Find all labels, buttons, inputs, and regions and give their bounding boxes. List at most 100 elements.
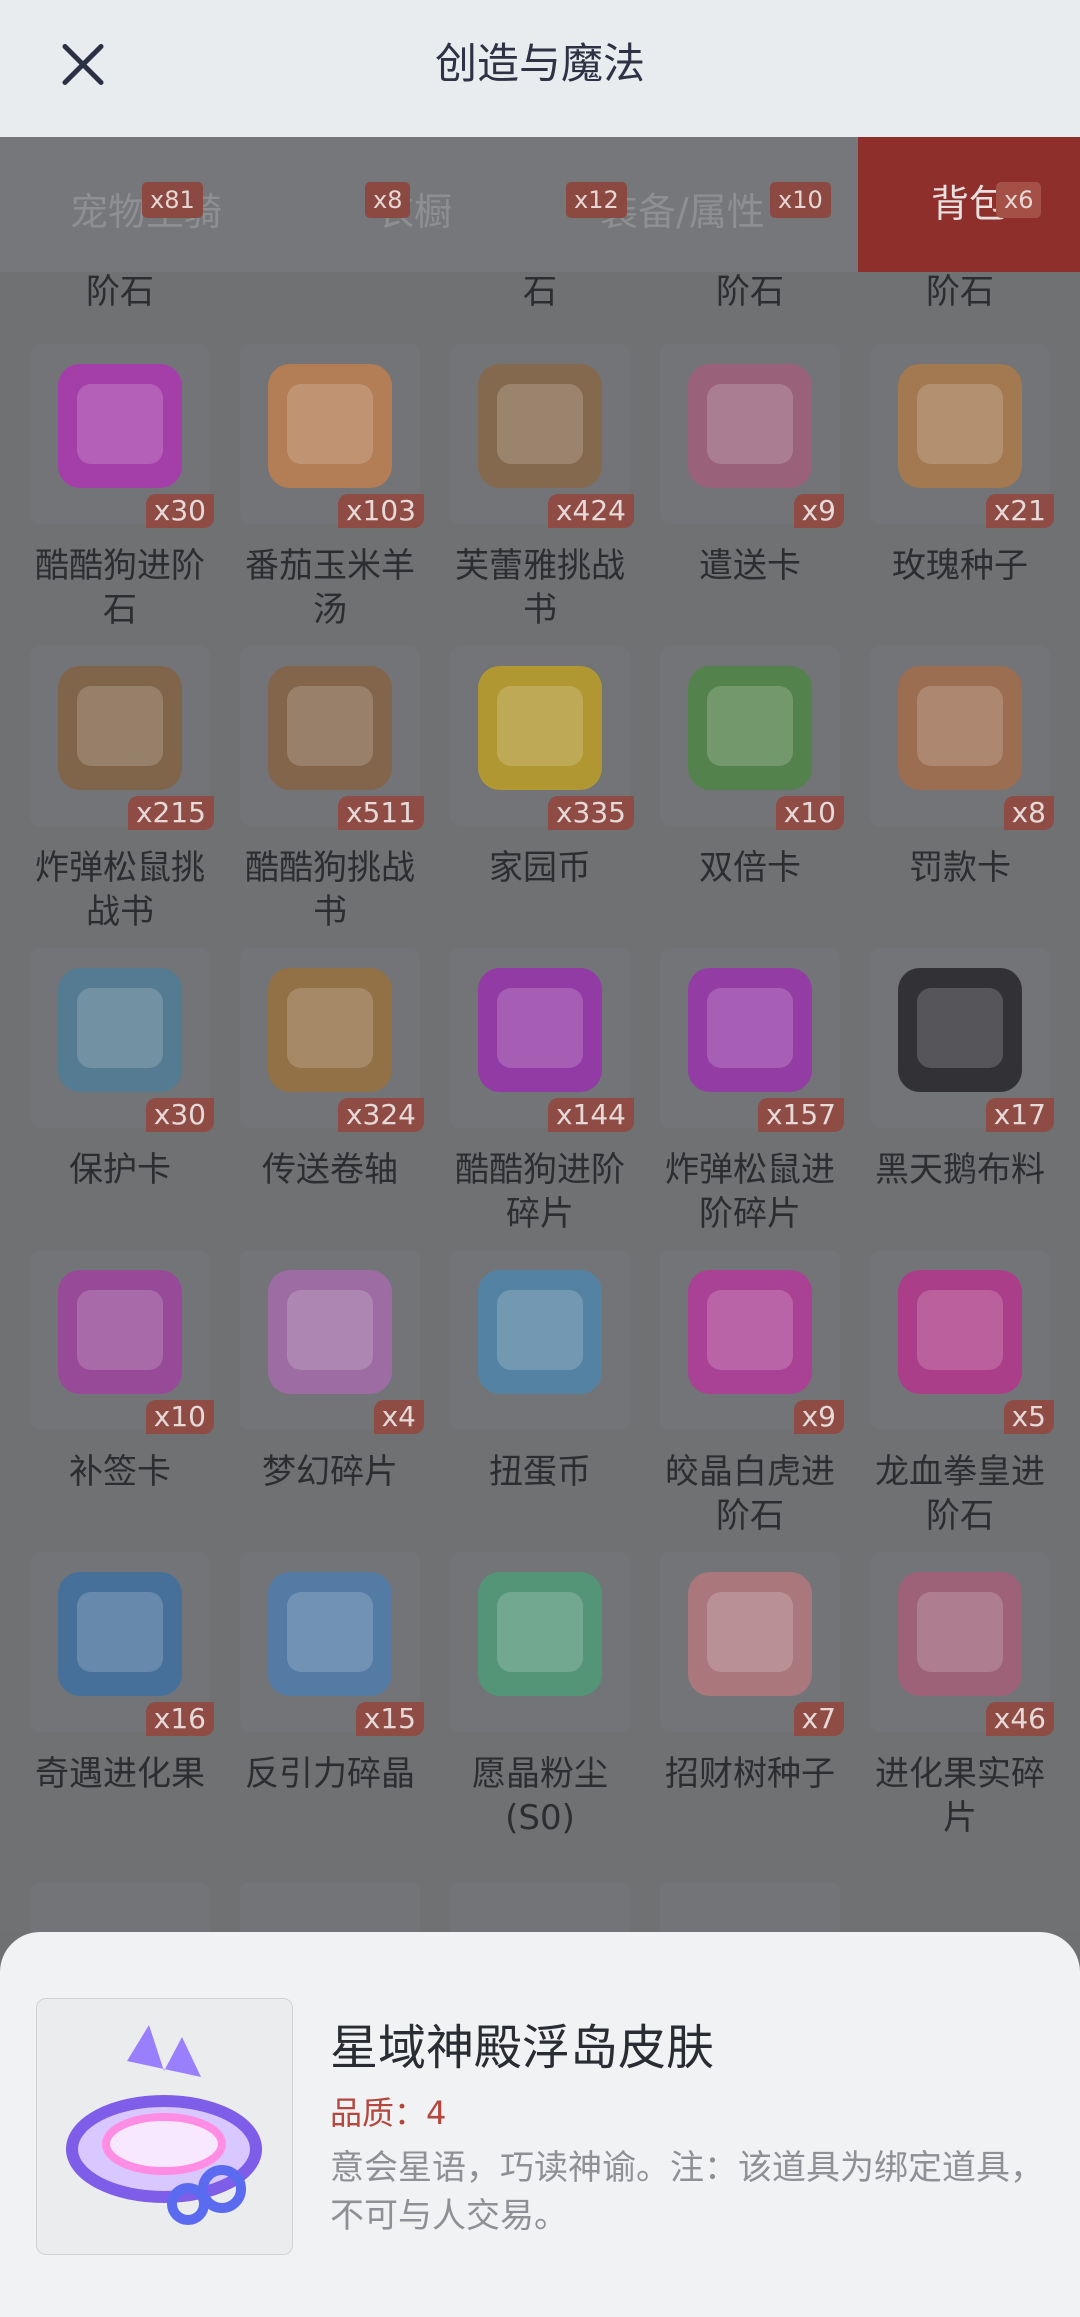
list-item[interactable]: x4 梦幻碎片 <box>240 1250 424 1494</box>
item-name: 黑天鹅布料 <box>875 1150 1045 1190</box>
teleport-scroll-icon: x324 <box>240 948 424 1132</box>
item-count-badge: x7 <box>793 1702 844 1736</box>
item-count-badge: x10 <box>145 1400 214 1434</box>
item-name: 罚款卡 <box>909 848 1011 888</box>
tab-badge: x10 <box>770 182 831 218</box>
list-item[interactable]: x9 皎晶白虎进阶石 <box>660 1250 844 1538</box>
item-detail-name: 星域神殿浮岛皮肤 <box>330 2020 715 2076</box>
list-item[interactable] <box>660 1882 840 1932</box>
blue-coin-icon <box>450 1250 630 1430</box>
item-count-badge: x30 <box>145 1098 214 1132</box>
list-item[interactable]: x9 遣送卡 <box>660 344 844 588</box>
list-item[interactable]: x511 酷酷狗挑战书 <box>240 646 424 934</box>
purple-gem-goggles-icon: x144 <box>450 948 634 1132</box>
item-name: 芙蕾雅挑战书 <box>455 546 625 630</box>
list-item[interactable]: x103 番茄玉米羊汤 <box>240 344 424 632</box>
green-card-icon: x10 <box>660 646 844 830</box>
list-item[interactable]: x5 龙血拳皇进阶石 <box>870 1250 1054 1538</box>
item-name: 遣送卡 <box>699 546 801 586</box>
wanted-scroll-icon: x424 <box>450 344 634 528</box>
item-quality: 品质：4 <box>330 2094 447 2132</box>
item-name: 家园币 <box>489 848 591 888</box>
list-item[interactable]: x30 酷酷狗进阶石 <box>30 344 214 632</box>
item-count-badge: x5 <box>1003 1400 1054 1434</box>
item-name: 阶石 <box>86 272 154 312</box>
list-item[interactable]: x17 黑天鹅布料 <box>870 948 1054 1192</box>
item-name: 梦幻碎片 <box>262 1452 398 1492</box>
list-item[interactable]: x10 双倍卡 <box>660 646 844 890</box>
list-item[interactable] <box>30 1882 210 1932</box>
item-name: 龙血拳皇进阶石 <box>875 1452 1045 1536</box>
gold-coin-icon: x335 <box>450 646 634 830</box>
item-name: 传送卷轴 <box>262 1150 398 1190</box>
orange-card-icon: x8 <box>870 646 1054 830</box>
list-item[interactable]: 愿晶粉尘(S0) <box>450 1552 630 1840</box>
blue-fruit-icon: x16 <box>30 1552 214 1736</box>
item-name: 酷酷狗挑战书 <box>245 848 415 932</box>
item-name: 酷酷狗进阶石 <box>35 546 205 630</box>
list-item[interactable]: x215 炸弹松鼠挑战书 <box>30 646 214 934</box>
green-dust-icon <box>450 1552 630 1732</box>
item-count-badge: x103 <box>337 494 424 528</box>
item-grid[interactable]: 阶石 石 阶石 阶石 x30 酷酷狗进阶石 x103 番茄玉米羊汤 x424 芙蕾雅挑战书… <box>0 272 1080 1932</box>
crystal-icon <box>450 1882 630 1932</box>
item-count-badge: x144 <box>547 1098 634 1132</box>
list-item[interactable]: x16 奇遇进化果 <box>30 1552 214 1796</box>
item-detail-sheet: 星域神殿浮岛皮肤 品质：4 意会星语，巧读神谕。注：该道具为绑定道具，不可与人交… <box>0 1932 1080 2317</box>
list-item[interactable] <box>240 1882 420 1932</box>
item-name: 阶石 <box>926 272 994 312</box>
soup-bowl-icon: x103 <box>240 344 424 528</box>
tab-badge: x81 <box>142 182 203 218</box>
list-item[interactable]: x8 罚款卡 <box>870 646 1054 890</box>
list-item[interactable]: x30 保护卡 <box>30 948 214 1192</box>
list-item[interactable]: x157 炸弹松鼠进阶碎片 <box>660 948 844 1236</box>
list-item[interactable]: x424 芙蕾雅挑战书 <box>450 344 634 632</box>
list-item[interactable]: x7 招财树种子 <box>660 1552 844 1796</box>
item-name: 奇遇进化果 <box>35 1754 205 1794</box>
item-name: 补签卡 <box>69 1452 171 1492</box>
puzzle-piece-icon: x4 <box>240 1250 424 1434</box>
item-name: 皎晶白虎进阶石 <box>665 1452 835 1536</box>
item-count-badge: x9 <box>793 494 844 528</box>
tab-backpack[interactable]: 背包 <box>858 137 1080 272</box>
purple-gem-goggles-icon: x30 <box>30 344 214 528</box>
item-count-badge: x9 <box>793 1400 844 1434</box>
item-name: 扭蛋币 <box>489 1452 591 1492</box>
item-count-badge: x17 <box>985 1098 1054 1132</box>
seed-bag-tree-icon: x7 <box>660 1552 844 1736</box>
item-count-badge: x324 <box>337 1098 424 1132</box>
list-item[interactable]: x144 酷酷狗进阶碎片 <box>450 948 634 1236</box>
shield-card-icon: x30 <box>30 948 214 1132</box>
seed-bag-rose-icon: x21 <box>870 344 1054 528</box>
fruit-slice-icon: x46 <box>870 1552 1054 1736</box>
list-item[interactable]: x324 传送卷轴 <box>240 948 424 1192</box>
item-count-badge: x15 <box>355 1702 424 1736</box>
item-count-badge: x8 <box>1003 796 1054 830</box>
item-name: 石 <box>523 272 557 312</box>
item-count-badge: x424 <box>547 494 634 528</box>
list-item[interactable]: 扭蛋币 <box>450 1250 630 1494</box>
item-count-badge: x157 <box>757 1098 844 1132</box>
list-item[interactable]: x15 反引力碎晶 <box>240 1552 424 1796</box>
chest-icon <box>30 1882 210 1932</box>
purple-gem-acorn-icon: x157 <box>660 948 844 1132</box>
page-title: 创造与魔法 <box>434 39 645 88</box>
tab-bar: 宠物坐骑 x81 衣橱 x8 装备/属性 x12 x10 背包 x6 <box>0 137 1080 274</box>
item-count-badge: x21 <box>985 494 1054 528</box>
wanted-scroll-icon: x215 <box>30 646 214 830</box>
list-item[interactable]: x10 补签卡 <box>30 1250 214 1494</box>
list-item[interactable] <box>450 1882 630 1932</box>
list-item[interactable]: x335 家园币 <box>450 646 634 890</box>
item-count-badge: x511 <box>337 796 424 830</box>
tab-badge: x12 <box>566 182 627 218</box>
list-item[interactable]: x21 玫瑰种子 <box>870 344 1054 588</box>
chest-icon <box>240 1882 420 1932</box>
item-name: 进化果实碎片 <box>875 1754 1045 1838</box>
ticket-icon: x10 <box>30 1250 214 1434</box>
item-name: 玫瑰种子 <box>892 546 1028 586</box>
list-item[interactable]: x46 进化果实碎片 <box>870 1552 1054 1840</box>
egg-icon <box>660 1882 840 1932</box>
item-count-badge: x4 <box>373 1400 424 1434</box>
item-count-badge: x16 <box>145 1702 214 1736</box>
item-name: 双倍卡 <box>699 848 801 888</box>
